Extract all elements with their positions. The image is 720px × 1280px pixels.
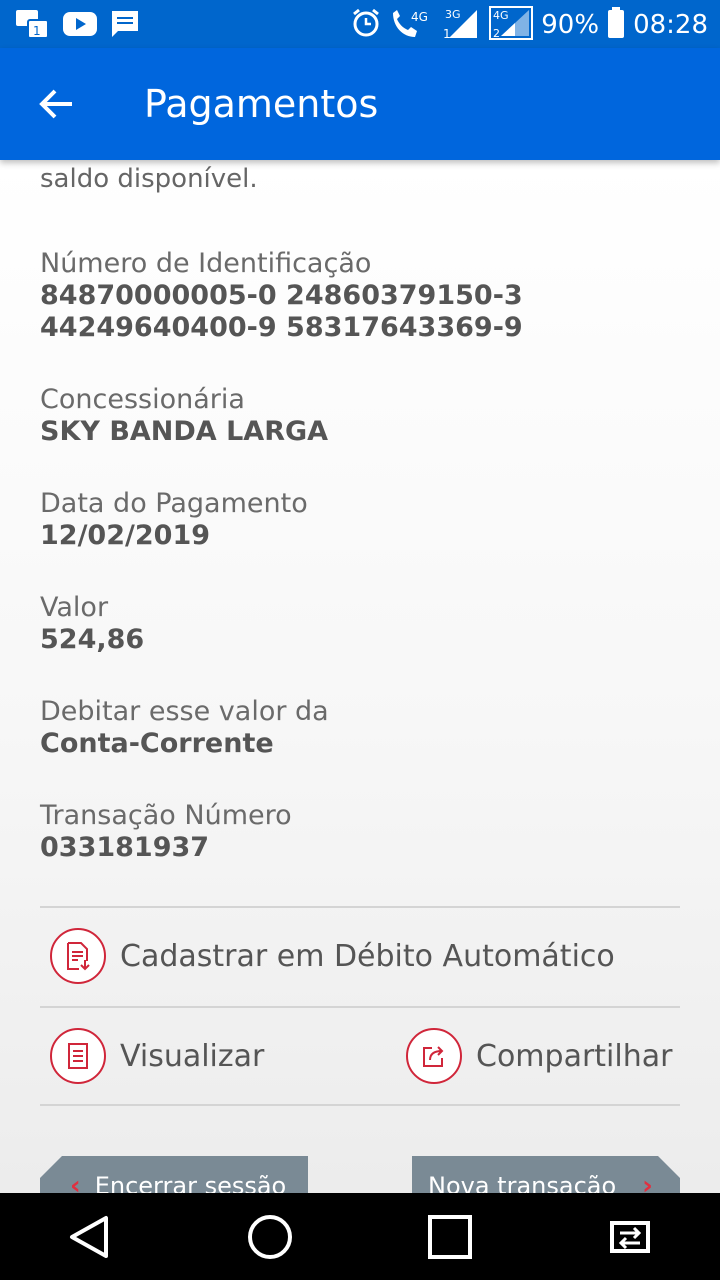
svg-text:1: 1 (33, 24, 41, 38)
switch-apps-icon (610, 1220, 650, 1253)
volte-call-icon: 4G (389, 7, 433, 43)
battery-percent: 90% (541, 10, 600, 40)
clock: 08:28 (633, 10, 708, 40)
nav-recents-button[interactable] (415, 1202, 485, 1272)
chat-notification-icon: 1 (14, 8, 50, 44)
page-title: Pagamentos (144, 82, 379, 126)
field-label: Número de Identificação (40, 248, 372, 279)
new-transaction-label: Nova transação (428, 1172, 617, 1193)
view-button[interactable]: Visualizar (50, 1028, 264, 1084)
signal-sim1-icon: 3G 1 (441, 6, 481, 44)
auto-debit-button[interactable]: Cadastrar em Débito Automático (50, 928, 615, 984)
document-icon (50, 1028, 106, 1084)
field-debit-account: Debitar esse valor da Conta-Corrente (40, 696, 329, 760)
field-label: Concessionária (40, 384, 245, 415)
end-session-button[interactable]: ‹ Encerrar sessão (40, 1156, 308, 1193)
field-value: 84870000005-0 24860379150-3 (40, 280, 523, 311)
divider (40, 1104, 680, 1106)
message-icon (110, 9, 140, 43)
field-value: 44249640400-9 58317643369-9 (40, 312, 523, 343)
alarm-icon (351, 8, 381, 42)
field-label: Debitar esse valor da (40, 696, 329, 727)
field-transaction-number: Transação Número 033181937 (40, 800, 292, 864)
share-icon (406, 1028, 462, 1084)
battery-icon (607, 7, 625, 43)
field-value: SKY BANDA LARGA (40, 416, 329, 447)
new-transaction-button[interactable]: Nova transação › (412, 1156, 680, 1193)
app-bar: Pagamentos (0, 48, 720, 160)
square-recents-icon (428, 1214, 472, 1259)
sim2-label: 4G (493, 9, 509, 22)
field-value: 033181937 (40, 832, 210, 863)
triangle-back-icon (70, 1215, 108, 1258)
divider (40, 906, 680, 908)
status-bar: 1 4G 3G 1 4G 2 90% 08:28 (0, 0, 720, 48)
navigation-bar (0, 1193, 720, 1280)
nav-back-button[interactable] (55, 1202, 125, 1272)
share-button[interactable]: Compartilhar (406, 1028, 672, 1084)
truncated-text: saldo disponível. (40, 164, 258, 194)
field-payment-date: Data do Pagamento 12/02/2019 (40, 488, 308, 552)
network-3g-label: 3G (445, 8, 461, 21)
arrow-left-icon (39, 89, 72, 119)
signal-sim2-icon: 4G 2 (489, 6, 534, 44)
svg-text:1: 1 (443, 27, 451, 40)
field-label: Transação Número (40, 800, 292, 831)
youtube-icon (62, 11, 98, 41)
payment-receipt[interactable]: saldo disponível. Número de Identificaçã… (0, 160, 720, 1193)
field-value: 524,86 (40, 624, 145, 655)
chevron-right-icon: › (642, 1171, 653, 1193)
field-value: Conta-Corrente (40, 728, 274, 759)
document-download-icon (50, 928, 106, 984)
field-identification: Número de Identificação 84870000005-0 24… (40, 248, 523, 344)
svg-text:2: 2 (493, 27, 500, 40)
field-value: 12/02/2019 (40, 520, 211, 551)
auto-debit-label: Cadastrar em Débito Automático (120, 938, 615, 974)
chevron-left-icon: ‹ (70, 1171, 81, 1193)
field-concessionaria: Concessionária SKY BANDA LARGA (40, 384, 328, 448)
field-label: Data do Pagamento (40, 488, 308, 519)
view-label: Visualizar (120, 1038, 265, 1074)
nav-home-button[interactable] (235, 1202, 305, 1272)
nav-switch-button[interactable] (595, 1202, 665, 1272)
share-label: Compartilhar (476, 1038, 673, 1074)
back-button[interactable] (30, 78, 82, 130)
end-session-label: Encerrar sessão (94, 1172, 287, 1193)
network-4g-label: 4G (411, 10, 428, 24)
field-label: Valor (40, 592, 109, 623)
circle-home-icon (248, 1214, 292, 1259)
field-amount: Valor 524,86 (40, 592, 144, 656)
divider (40, 1006, 680, 1008)
